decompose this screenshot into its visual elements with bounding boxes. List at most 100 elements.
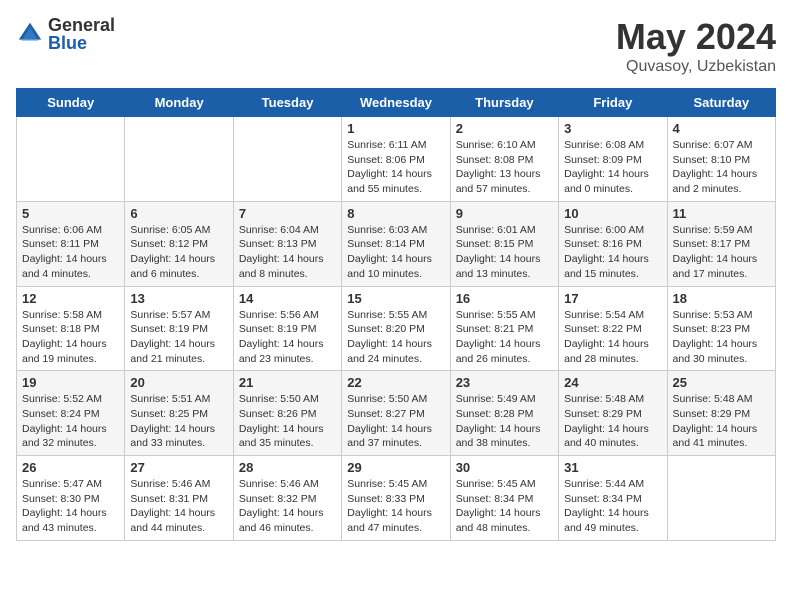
calendar-cell: 30 Sunrise: 5:45 AM Sunset: 8:34 PM Dayli… xyxy=(450,456,558,541)
calendar-header-row: SundayMondayTuesdayWednesdayThursdayFrid… xyxy=(17,89,776,117)
calendar-week-row: 26 Sunrise: 5:47 AM Sunset: 8:30 PM Dayli… xyxy=(17,456,776,541)
logo-blue-text: Blue xyxy=(48,34,115,52)
title-area: May 2024 Quvasoy, Uzbekistan xyxy=(616,16,776,76)
calendar-cell xyxy=(17,117,125,202)
calendar-week-row: 5 Sunrise: 6:06 AM Sunset: 8:11 PM Daylig… xyxy=(17,201,776,286)
calendar-cell: 15 Sunrise: 5:55 AM Sunset: 8:20 PM Dayli… xyxy=(342,286,450,371)
calendar-cell: 8Sunrise: 6:03 AM Sunset: 8:14 PM Daylig… xyxy=(342,201,450,286)
day-number: 5 xyxy=(22,206,119,221)
day-number: 31 xyxy=(564,460,661,475)
day-number: 7 xyxy=(239,206,336,221)
day-info: Sunrise: 5:55 AM Sunset: 8:20 PM Dayligh… xyxy=(347,308,444,367)
day-info: Sunrise: 6:04 AM Sunset: 8:13 PM Dayligh… xyxy=(239,223,336,282)
day-info: Sunrise: 5:48 AM Sunset: 8:29 PM Dayligh… xyxy=(673,392,770,451)
day-info: Sunrise: 5:44 AM Sunset: 8:34 PM Dayligh… xyxy=(564,477,661,536)
calendar-header-tuesday: Tuesday xyxy=(233,89,341,117)
day-info: Sunrise: 6:08 AM Sunset: 8:09 PM Dayligh… xyxy=(564,138,661,197)
calendar-week-row: 1Sunrise: 6:11 AM Sunset: 8:06 PM Daylig… xyxy=(17,117,776,202)
day-number: 19 xyxy=(22,375,119,390)
day-number: 28 xyxy=(239,460,336,475)
day-number: 23 xyxy=(456,375,553,390)
day-number: 4 xyxy=(673,121,770,136)
day-number: 26 xyxy=(22,460,119,475)
day-info: Sunrise: 5:57 AM Sunset: 8:19 PM Dayligh… xyxy=(130,308,227,367)
day-number: 25 xyxy=(673,375,770,390)
calendar-cell: 10 Sunrise: 6:00 AM Sunset: 8:16 PM Dayli… xyxy=(559,201,667,286)
calendar-cell: 20 Sunrise: 5:51 AM Sunset: 8:25 PM Dayli… xyxy=(125,371,233,456)
calendar-cell: 9Sunrise: 6:01 AM Sunset: 8:15 PM Daylig… xyxy=(450,201,558,286)
day-info: Sunrise: 5:49 AM Sunset: 8:28 PM Dayligh… xyxy=(456,392,553,451)
calendar-week-row: 19 Sunrise: 5:52 AM Sunset: 8:24 PM Dayli… xyxy=(17,371,776,456)
day-info: Sunrise: 6:06 AM Sunset: 8:11 PM Dayligh… xyxy=(22,223,119,282)
day-number: 29 xyxy=(347,460,444,475)
calendar-cell: 14 Sunrise: 5:56 AM Sunset: 8:19 PM Dayli… xyxy=(233,286,341,371)
calendar-header-sunday: Sunday xyxy=(17,89,125,117)
calendar-cell: 5 Sunrise: 6:06 AM Sunset: 8:11 PM Daylig… xyxy=(17,201,125,286)
day-info: Sunrise: 5:48 AM Sunset: 8:29 PM Dayligh… xyxy=(564,392,661,451)
day-number: 2 xyxy=(456,121,553,136)
day-info: Sunrise: 5:53 AM Sunset: 8:23 PM Dayligh… xyxy=(673,308,770,367)
calendar-header-wednesday: Wednesday xyxy=(342,89,450,117)
day-info: Sunrise: 5:46 AM Sunset: 8:32 PM Dayligh… xyxy=(239,477,336,536)
day-number: 22 xyxy=(347,375,444,390)
calendar-cell: 28 Sunrise: 5:46 AM Sunset: 8:32 PM Dayli… xyxy=(233,456,341,541)
day-number: 13 xyxy=(130,291,227,306)
day-info: Sunrise: 5:50 AM Sunset: 8:27 PM Dayligh… xyxy=(347,392,444,451)
day-info: Sunrise: 5:45 AM Sunset: 8:33 PM Dayligh… xyxy=(347,477,444,536)
day-number: 20 xyxy=(130,375,227,390)
month-title: May 2024 xyxy=(616,16,776,58)
calendar-cell: 25 Sunrise: 5:48 AM Sunset: 8:29 PM Dayli… xyxy=(667,371,775,456)
calendar-cell: 16Sunrise: 5:55 AM Sunset: 8:21 PM Dayli… xyxy=(450,286,558,371)
calendar-cell: 11Sunrise: 5:59 AM Sunset: 8:17 PM Dayli… xyxy=(667,201,775,286)
day-number: 14 xyxy=(239,291,336,306)
day-info: Sunrise: 5:56 AM Sunset: 8:19 PM Dayligh… xyxy=(239,308,336,367)
calendar-cell: 19 Sunrise: 5:52 AM Sunset: 8:24 PM Dayli… xyxy=(17,371,125,456)
day-number: 21 xyxy=(239,375,336,390)
calendar-week-row: 12Sunrise: 5:58 AM Sunset: 8:18 PM Dayli… xyxy=(17,286,776,371)
calendar-header-thursday: Thursday xyxy=(450,89,558,117)
day-number: 9 xyxy=(456,206,553,221)
calendar-cell: 26 Sunrise: 5:47 AM Sunset: 8:30 PM Dayli… xyxy=(17,456,125,541)
calendar-cell: 31 Sunrise: 5:44 AM Sunset: 8:34 PM Dayli… xyxy=(559,456,667,541)
day-number: 17 xyxy=(564,291,661,306)
calendar-table: SundayMondayTuesdayWednesdayThursdayFrid… xyxy=(16,88,776,541)
calendar-cell xyxy=(125,117,233,202)
calendar-header-friday: Friday xyxy=(559,89,667,117)
page-header: General Blue May 2024 Quvasoy, Uzbekista… xyxy=(16,16,776,76)
day-info: Sunrise: 6:07 AM Sunset: 8:10 PM Dayligh… xyxy=(673,138,770,197)
calendar-cell: 23 Sunrise: 5:49 AM Sunset: 8:28 PM Dayli… xyxy=(450,371,558,456)
day-info: Sunrise: 5:45 AM Sunset: 8:34 PM Dayligh… xyxy=(456,477,553,536)
day-number: 12 xyxy=(22,291,119,306)
calendar-cell: 22 Sunrise: 5:50 AM Sunset: 8:27 PM Dayli… xyxy=(342,371,450,456)
day-info: Sunrise: 5:47 AM Sunset: 8:30 PM Dayligh… xyxy=(22,477,119,536)
day-number: 24 xyxy=(564,375,661,390)
calendar-header-saturday: Saturday xyxy=(667,89,775,117)
day-info: Sunrise: 5:52 AM Sunset: 8:24 PM Dayligh… xyxy=(22,392,119,451)
day-info: Sunrise: 5:54 AM Sunset: 8:22 PM Dayligh… xyxy=(564,308,661,367)
day-number: 18 xyxy=(673,291,770,306)
day-number: 3 xyxy=(564,121,661,136)
day-info: Sunrise: 6:10 AM Sunset: 8:08 PM Dayligh… xyxy=(456,138,553,197)
calendar-cell xyxy=(667,456,775,541)
day-number: 11 xyxy=(673,206,770,221)
day-info: Sunrise: 6:00 AM Sunset: 8:16 PM Dayligh… xyxy=(564,223,661,282)
calendar-cell: 24 Sunrise: 5:48 AM Sunset: 8:29 PM Dayli… xyxy=(559,371,667,456)
calendar-cell: 6 Sunrise: 6:05 AM Sunset: 8:12 PM Daylig… xyxy=(125,201,233,286)
day-number: 30 xyxy=(456,460,553,475)
day-info: Sunrise: 6:05 AM Sunset: 8:12 PM Dayligh… xyxy=(130,223,227,282)
day-number: 10 xyxy=(564,206,661,221)
day-number: 15 xyxy=(347,291,444,306)
day-info: Sunrise: 5:50 AM Sunset: 8:26 PM Dayligh… xyxy=(239,392,336,451)
calendar-cell: 13 Sunrise: 5:57 AM Sunset: 8:19 PM Dayli… xyxy=(125,286,233,371)
day-info: Sunrise: 6:11 AM Sunset: 8:06 PM Dayligh… xyxy=(347,138,444,197)
day-info: Sunrise: 6:03 AM Sunset: 8:14 PM Dayligh… xyxy=(347,223,444,282)
day-info: Sunrise: 5:51 AM Sunset: 8:25 PM Dayligh… xyxy=(130,392,227,451)
calendar-cell: 3 Sunrise: 6:08 AM Sunset: 8:09 PM Daylig… xyxy=(559,117,667,202)
day-info: Sunrise: 5:55 AM Sunset: 8:21 PM Dayligh… xyxy=(456,308,553,367)
calendar-cell: 27Sunrise: 5:46 AM Sunset: 8:31 PM Dayli… xyxy=(125,456,233,541)
calendar-cell: 7 Sunrise: 6:04 AM Sunset: 8:13 PM Daylig… xyxy=(233,201,341,286)
calendar-cell: 2 Sunrise: 6:10 AM Sunset: 8:08 PM Daylig… xyxy=(450,117,558,202)
day-number: 6 xyxy=(130,206,227,221)
logo: General Blue xyxy=(16,16,115,52)
calendar-cell: 17 Sunrise: 5:54 AM Sunset: 8:22 PM Dayli… xyxy=(559,286,667,371)
